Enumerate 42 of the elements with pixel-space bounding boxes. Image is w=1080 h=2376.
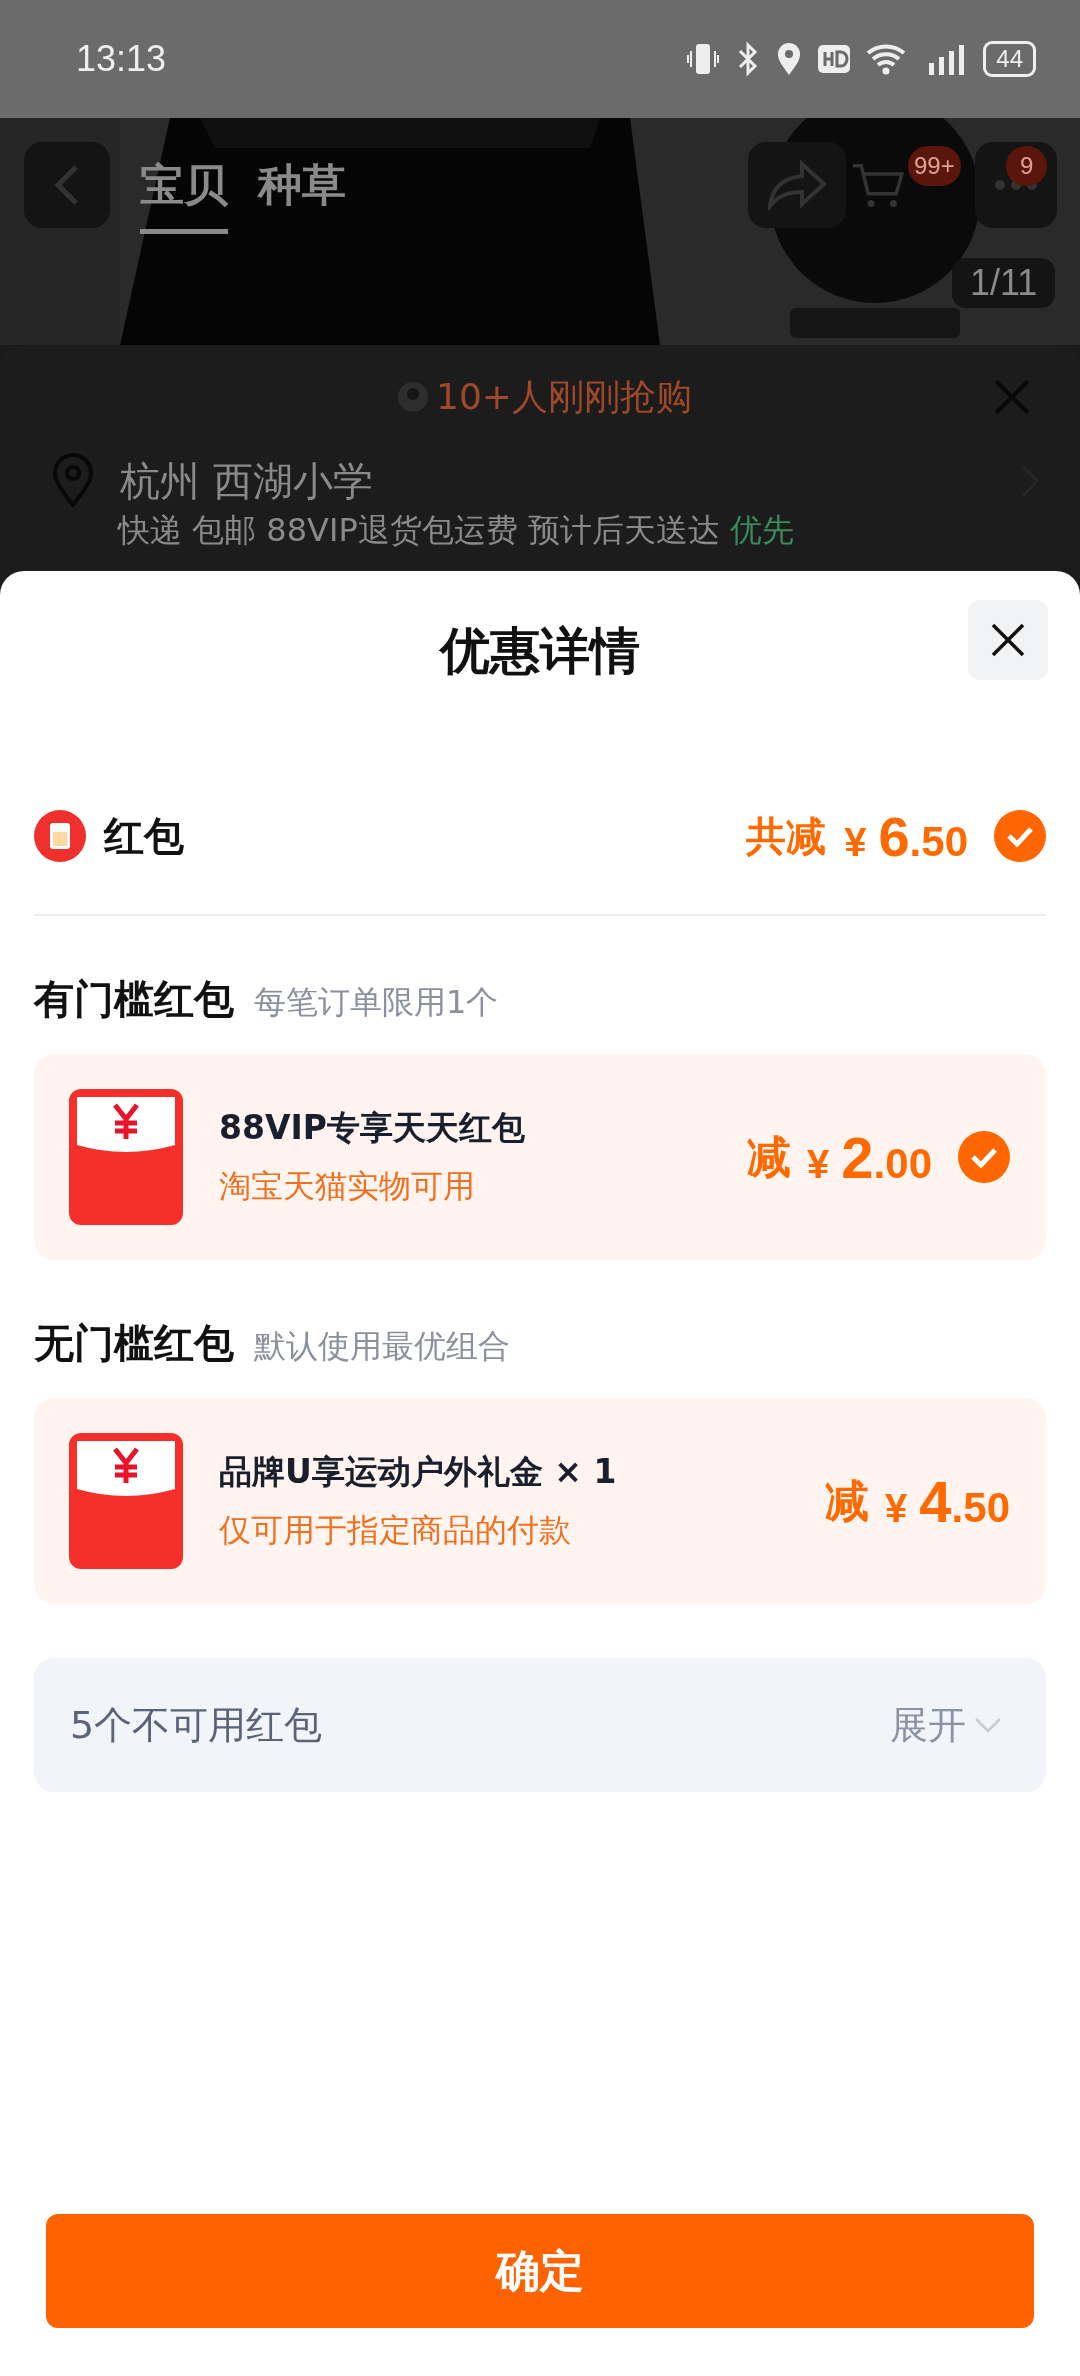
category-label: 红包	[104, 811, 184, 861]
coupon-description: 仅可用于指定商品的付款	[219, 1509, 572, 1551]
page-tab[interactable]: 宝贝	[140, 156, 228, 234]
discount-amount: ¥ 2.00	[807, 1123, 932, 1191]
hd-icon	[817, 44, 852, 74]
address-text: 杭州 西湖小学	[120, 456, 373, 506]
discount-label: 减	[747, 1129, 792, 1184]
total-label: 共减	[746, 811, 827, 861]
envelope-icon	[69, 1089, 183, 1225]
image-counter: 1/11	[952, 258, 1056, 308]
close-icon	[990, 622, 1026, 658]
total-amount: ¥ 6.50	[844, 803, 968, 869]
check-icon[interactable]	[958, 1131, 1010, 1183]
discount-label: 减	[825, 1473, 870, 1528]
coupon-title: 品牌U享运动户外礼金 × 1	[219, 1450, 618, 1493]
coupon-description: 淘宝天猫实物可用	[219, 1165, 476, 1207]
check-icon[interactable]	[994, 810, 1046, 862]
section-note: 默认使用最优组合	[254, 1326, 510, 1367]
battery-indicator: 44	[983, 41, 1036, 77]
envelope-icon	[69, 1433, 183, 1569]
section-note: 每笔订单限用1个	[254, 982, 499, 1023]
share-button[interactable]	[748, 142, 846, 228]
delivery-text: 快递 包邮 88VIP退货包运费 预计后天送达 优先	[118, 510, 796, 551]
back-button[interactable]	[24, 142, 110, 228]
coupon-card[interactable]: 品牌U享运动户外礼金 × 1 仅可用于指定商品的付款 减 ¥ 4.50	[34, 1398, 1046, 1604]
unavailable-coupons-row[interactable]: 5个不可用红包 展开	[34, 1658, 1046, 1792]
vibrate-icon	[685, 41, 722, 77]
confirm-button[interactable]: 确定	[46, 2214, 1034, 2328]
coupon-title: 88VIP专享天天红包	[219, 1106, 526, 1149]
page-tab[interactable]: 种草	[258, 156, 346, 234]
envelope-badge-icon	[34, 810, 86, 862]
buyers-hint: 10+人刚刚抢购	[436, 374, 692, 419]
coupon-card[interactable]: 88VIP专享天天红包 淘宝天猫实物可用 减 ¥ 2.00	[34, 1054, 1046, 1260]
avatar-icon	[396, 380, 430, 414]
sheet-title: 优惠详情	[440, 620, 640, 682]
section-title: 有门槛红包	[34, 975, 234, 1024]
share-icon	[766, 160, 828, 210]
close-button[interactable]	[968, 600, 1048, 680]
status-time: 13:13	[76, 38, 167, 80]
discount-amount: ¥ 4.50	[885, 1467, 1010, 1535]
section-title: 无门槛红包	[34, 1319, 234, 1368]
unavailable-label: 5个不可用红包	[70, 1701, 323, 1749]
